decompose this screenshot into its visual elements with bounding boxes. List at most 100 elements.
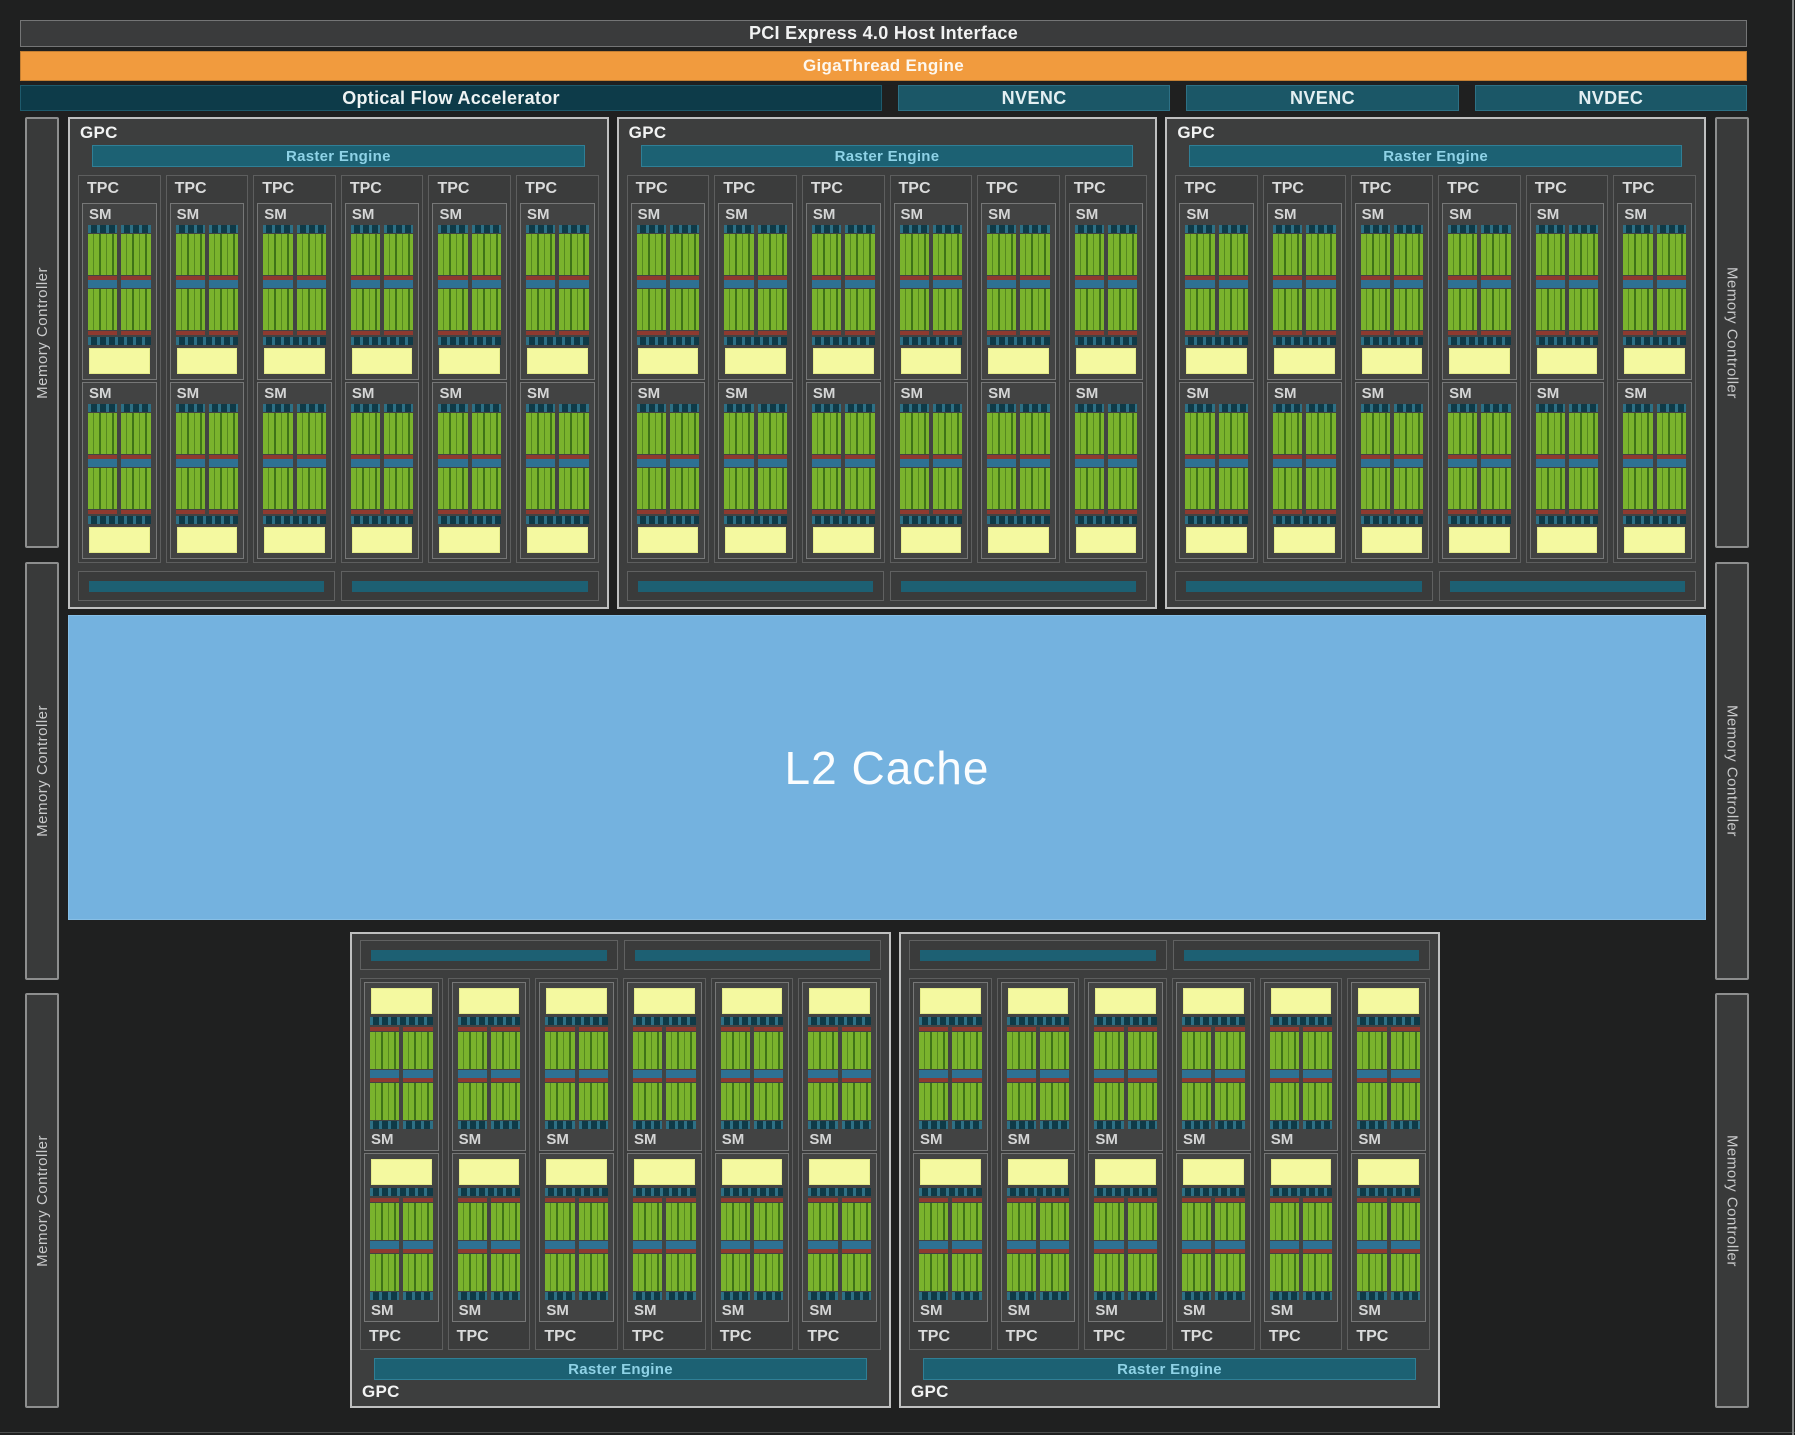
core-grid bbox=[754, 1203, 784, 1240]
sm-block: SM bbox=[432, 382, 508, 559]
scheduler-band bbox=[403, 1121, 433, 1129]
sm-core bbox=[83, 404, 156, 558]
scheduler-band bbox=[1448, 404, 1478, 412]
ldst-band bbox=[175, 516, 239, 524]
tensor-core-line bbox=[175, 510, 205, 514]
scheduler-band bbox=[1393, 404, 1424, 412]
nvenc-label: NVENC bbox=[1289, 87, 1355, 108]
sm-label: SM bbox=[637, 385, 661, 402]
rt-core-block bbox=[634, 988, 695, 1014]
sm-core bbox=[433, 404, 506, 558]
scheduler-band bbox=[263, 225, 293, 233]
sm-partitions bbox=[811, 225, 875, 335]
tensor-core-line bbox=[666, 1249, 696, 1253]
tpc-block: TPC SM SM bbox=[977, 175, 1060, 563]
sm-block: SM bbox=[364, 982, 439, 1151]
register-band bbox=[808, 1241, 838, 1249]
ldst-band bbox=[1094, 1017, 1158, 1025]
core-grid bbox=[1448, 289, 1478, 330]
rop-partition bbox=[909, 940, 1167, 970]
core-grid bbox=[1390, 1083, 1421, 1120]
sm-partition bbox=[370, 1027, 400, 1129]
tensor-core-line bbox=[403, 1198, 433, 1202]
rop-row bbox=[78, 571, 599, 601]
sm-partitions bbox=[370, 1198, 433, 1300]
rop-row bbox=[1175, 571, 1697, 601]
sm-core bbox=[914, 1154, 987, 1300]
sm-partitions bbox=[88, 225, 151, 335]
rt-core-block bbox=[634, 1159, 695, 1185]
sm-core bbox=[716, 983, 789, 1129]
rt-core-block bbox=[900, 527, 962, 553]
core-grid bbox=[1656, 413, 1687, 454]
register-band bbox=[1303, 1241, 1333, 1249]
tpc-label: TPC bbox=[349, 180, 382, 197]
sm-partition bbox=[757, 225, 787, 335]
sm-partition bbox=[724, 404, 754, 514]
core-grid bbox=[403, 1203, 433, 1240]
sm-partition bbox=[1360, 404, 1390, 514]
sm-core bbox=[1089, 983, 1162, 1129]
tensor-core-line bbox=[121, 510, 151, 514]
sm-label: SM bbox=[351, 206, 375, 223]
tpc-label: TPC bbox=[174, 180, 207, 197]
sm-partition bbox=[1448, 225, 1478, 335]
tensor-core-line bbox=[1040, 1027, 1070, 1031]
core-grid bbox=[952, 1083, 982, 1120]
sm-partitions bbox=[808, 1198, 872, 1300]
tensor-core-line bbox=[1393, 510, 1424, 514]
register-band bbox=[1535, 280, 1566, 288]
sm-partition bbox=[1006, 1027, 1037, 1129]
sm-partitions bbox=[1185, 404, 1248, 514]
ldst-band bbox=[808, 1188, 872, 1196]
rop-bar bbox=[352, 580, 588, 592]
tensor-core-line bbox=[633, 1198, 663, 1202]
scheduler-band bbox=[754, 1121, 784, 1129]
tpc-block: TPC SM SM bbox=[1347, 978, 1431, 1350]
sm-block: SM bbox=[169, 382, 245, 559]
register-band bbox=[633, 1241, 663, 1249]
sm-label: SM bbox=[546, 1131, 569, 1148]
sm-label: SM bbox=[1095, 1131, 1118, 1148]
register-band bbox=[471, 280, 502, 288]
tensor-core-line bbox=[636, 510, 666, 514]
sm-label: SM bbox=[1361, 206, 1385, 223]
core-grid bbox=[578, 1032, 609, 1069]
ldst-band bbox=[811, 337, 875, 345]
register-band bbox=[1074, 459, 1105, 467]
sm-core bbox=[1618, 225, 1691, 379]
register-band bbox=[808, 1070, 838, 1078]
ldst-band bbox=[1094, 1188, 1158, 1196]
core-grid bbox=[1390, 1254, 1421, 1291]
register-band bbox=[263, 459, 293, 467]
core-grid bbox=[1108, 234, 1138, 275]
tensor-core-line bbox=[899, 331, 929, 335]
core-grid bbox=[1390, 1032, 1421, 1069]
ldst-band bbox=[1623, 516, 1686, 524]
sm-partition bbox=[987, 404, 1017, 514]
sm-partition bbox=[1215, 1198, 1245, 1300]
sm-core bbox=[258, 404, 331, 558]
tensor-core-line bbox=[559, 510, 589, 514]
register-band bbox=[845, 280, 875, 288]
rt-core-block bbox=[458, 1159, 520, 1185]
sm-block: SM bbox=[1529, 382, 1605, 559]
tensor-core-line bbox=[1623, 331, 1653, 335]
tensor-core-line bbox=[1094, 1249, 1124, 1253]
sm-core bbox=[83, 225, 156, 379]
sm-core bbox=[346, 404, 419, 558]
sm-partition bbox=[263, 225, 293, 335]
tensor-core-line bbox=[1006, 1078, 1037, 1082]
sm-partition bbox=[1569, 225, 1599, 335]
sm-partition bbox=[457, 1198, 488, 1300]
tensor-core-line bbox=[88, 510, 118, 514]
scheduler-band bbox=[1185, 404, 1215, 412]
register-band bbox=[1306, 459, 1336, 467]
memory-controller-label: Memory Controller bbox=[1723, 705, 1741, 837]
core-grid bbox=[633, 1083, 663, 1120]
tensor-core-line bbox=[811, 331, 842, 335]
scheduler-band bbox=[1127, 1292, 1158, 1300]
core-grid bbox=[1094, 1032, 1124, 1069]
tensor-core-line bbox=[1218, 510, 1248, 514]
optical-flow-accelerator-label: Optical Flow Accelerator bbox=[342, 87, 560, 108]
